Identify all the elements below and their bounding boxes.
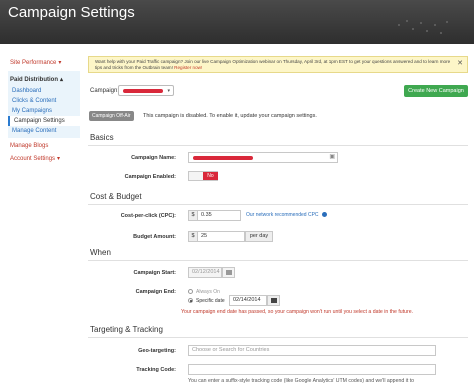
sidebar-item-site-performance[interactable]: Site Performance ▾ [8, 56, 80, 69]
specific-date-radio[interactable] [188, 298, 193, 303]
chevron-down-icon: ▾ [57, 156, 61, 162]
budget-input[interactable]: 25 [197, 231, 245, 242]
sidebar-group-title[interactable]: Paid Distribution ▴ [8, 73, 80, 86]
campaign-enabled-label: Campaign Enabled: [124, 174, 176, 180]
chevron-up-icon: ▴ [60, 77, 64, 83]
cpc-input[interactable]: 0.35 [197, 210, 241, 221]
off-air-status: Campaign Off-Air This campaign is disabl… [89, 111, 469, 122]
sidebar-item-manage-blogs[interactable]: Manage Blogs [8, 140, 80, 152]
always-on-radio[interactable] [188, 289, 193, 294]
sidebar-item-my-campaigns[interactable]: My Campaigns [8, 106, 80, 116]
calendar-icon[interactable] [222, 267, 235, 278]
page-title: Campaign Settings [8, 4, 135, 21]
campaign-name-input[interactable]: ▣ [188, 152, 338, 163]
tracking-code-label: Tracking Code: [136, 367, 176, 373]
campaign-end-label: Campaign End: [135, 289, 176, 295]
campaign-start-label: Campaign Start: [133, 270, 176, 276]
info-icon [321, 212, 327, 218]
section-title-targeting-tracking: Targeting & Tracking [90, 325, 163, 334]
campaign-select-label: Campaign: [90, 88, 120, 94]
recommended-cpc-link[interactable]: Our network recommended CPC [246, 212, 327, 218]
divider [88, 145, 468, 146]
end-date-error: Your campaign end date has passed, so yo… [181, 309, 414, 315]
chevron-down-icon: ▾ [167, 88, 170, 94]
status-badge: Campaign Off-Air [89, 111, 134, 121]
redacted-value [123, 89, 163, 93]
always-on-label: Always On [196, 289, 220, 295]
campaign-end-input[interactable]: 02/14/2014 [229, 295, 267, 306]
tracking-code-input[interactable] [188, 364, 436, 375]
toggle-value: No [203, 172, 218, 180]
sidebar: Site Performance ▾ Paid Distribution ▴ Das… [8, 56, 80, 165]
specific-date-label: Specific date [196, 298, 225, 304]
sidebar-item-campaign-settings[interactable]: Campaign Settings [8, 116, 80, 126]
per-day-addon: per day [245, 231, 273, 242]
header-decoration [394, 18, 454, 36]
campaign-select[interactable]: ▾ [118, 85, 174, 96]
section-title-basics: Basics [90, 133, 114, 142]
budget-label: Budget Amount: [133, 234, 176, 240]
chevron-down-icon: ▾ [58, 60, 62, 66]
sidebar-item-account-settings[interactable]: Account Settings ▾ [8, 152, 80, 165]
divider [88, 337, 468, 338]
create-campaign-button[interactable]: Create New Campaign [404, 85, 468, 97]
sidebar-group-paid-distribution: Paid Distribution ▴ Dashboard Clicks & Co… [8, 71, 80, 138]
section-title-cost-budget: Cost & Budget [90, 192, 142, 201]
webinar-notice: Want help with your Paid Traffic campaig… [88, 56, 468, 73]
register-link[interactable]: Register now! [174, 65, 202, 70]
cpc-label: Cost-per-click (CPC): [120, 213, 176, 219]
divider [88, 204, 468, 205]
tracking-code-note: You can enter a suffix-style tracking co… [188, 378, 415, 384]
page-header: Campaign Settings [0, 0, 474, 44]
off-air-message: This campaign is disabled. To enable it,… [143, 113, 317, 119]
redacted-value [193, 156, 253, 160]
calendar-icon[interactable] [267, 295, 280, 306]
campaign-name-label: Campaign Name: [131, 155, 176, 161]
geo-targeting-label: Geo-targeting: [138, 348, 176, 354]
sidebar-item-dashboard[interactable]: Dashboard [8, 86, 80, 96]
divider [88, 260, 468, 261]
geo-targeting-input[interactable]: Choose or Search for Countries [188, 345, 436, 356]
sidebar-item-clicks-content[interactable]: Clicks & Content [8, 96, 80, 106]
sidebar-item-manage-content[interactable]: Manage Content [8, 126, 80, 136]
campaign-start-input[interactable]: 02/12/2014 [188, 267, 222, 278]
campaign-enabled-toggle[interactable]: No [188, 171, 218, 181]
close-icon[interactable]: ✕ [457, 60, 463, 67]
section-title-when: When [90, 248, 111, 257]
input-icon: ▣ [329, 154, 335, 160]
